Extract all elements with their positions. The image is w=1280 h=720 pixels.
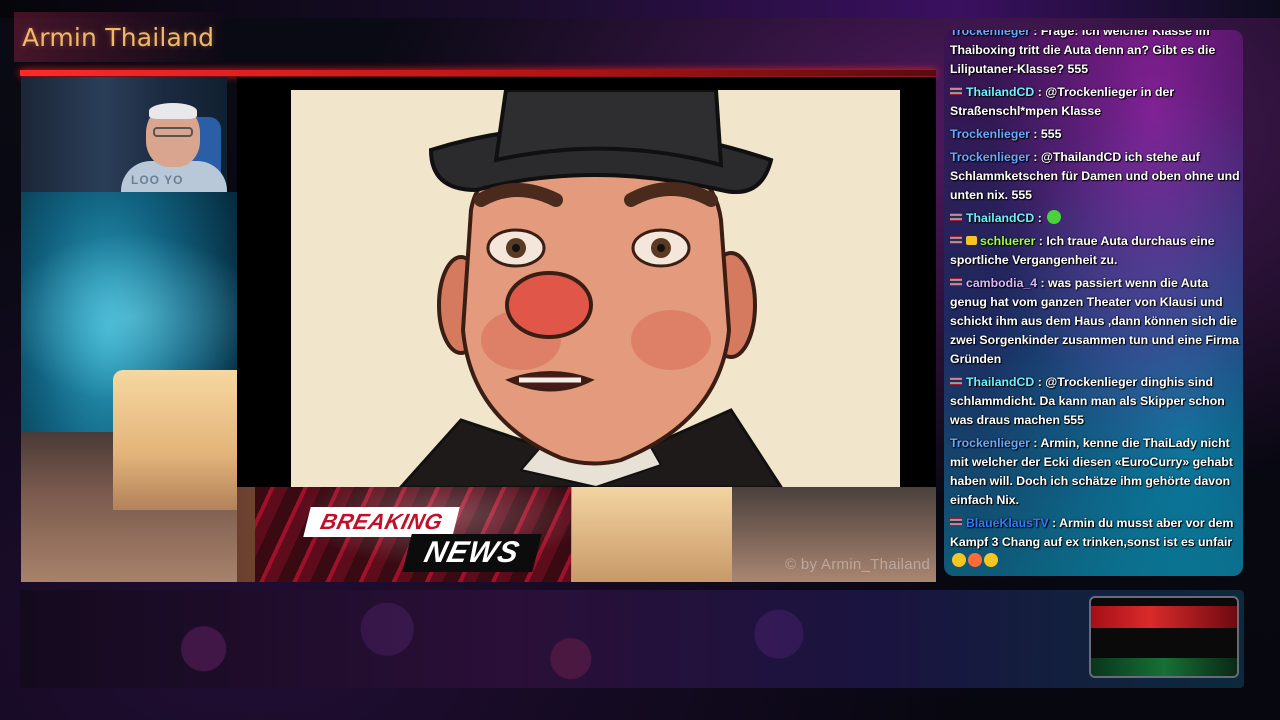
chat-username[interactable]: Trockenlieger xyxy=(950,30,1030,38)
chat-separator: : xyxy=(1034,85,1046,99)
chat-separator: : xyxy=(1035,234,1047,248)
chat-message: schluerer : Ich traue Auta durchaus eine… xyxy=(950,232,1242,270)
chat-username[interactable]: Trockenlieger xyxy=(950,127,1030,141)
webcam-feed: LOO YO xyxy=(21,77,227,192)
chat-message: ThailandCD : xyxy=(950,209,1242,228)
chat-username[interactable]: schluerer xyxy=(980,234,1035,248)
news-label: NEWS xyxy=(402,534,542,572)
stream-title: Armin Thailand xyxy=(14,12,224,62)
chat-message: Trockenlieger : Frage: Ich welcher Klass… xyxy=(950,30,1242,79)
green-emote-icon xyxy=(1047,210,1062,224)
breaking-news-banner: BREAKING NEWS xyxy=(255,487,571,582)
mini-preview-red-lights xyxy=(1091,606,1237,628)
breaking-label: BREAKING xyxy=(303,507,461,537)
cartoon-man-image xyxy=(291,90,900,487)
bottom-decorative-band xyxy=(20,590,1244,688)
studio-desk xyxy=(113,370,237,510)
chat-separator: : xyxy=(1034,375,1046,389)
thai-flag-icon xyxy=(950,278,962,286)
chat-username[interactable]: cambodia_4 xyxy=(966,276,1037,290)
thai-flag-icon xyxy=(950,236,962,244)
thai-flag-icon xyxy=(950,213,962,221)
chat-separator: : xyxy=(1029,30,1041,38)
chat-username[interactable]: Trockenlieger xyxy=(950,436,1030,450)
chat-message: Trockenlieger : @ThailandCD ich stehe au… xyxy=(950,148,1242,205)
chat-separator: : xyxy=(1034,211,1046,225)
emoji-icon xyxy=(952,553,966,567)
crown-badge-icon xyxy=(966,236,977,245)
mini-preview-green-lights xyxy=(1091,658,1237,676)
stream-watermark: © by Armin_Thailand xyxy=(785,556,931,573)
chat-text: 555 xyxy=(1040,127,1062,141)
chat-panel[interactable]: Trockenlieger : Frage: Ich welcher Klass… xyxy=(944,30,1243,576)
chat-username[interactable]: ThailandCD xyxy=(966,85,1034,99)
chat-separator: : xyxy=(1029,127,1041,141)
news-desk xyxy=(572,487,732,582)
webcam-shirt-text: LOO YO xyxy=(131,173,184,187)
webcam-person-hair xyxy=(149,103,197,119)
chat-separator: : xyxy=(1048,516,1060,530)
studio-background xyxy=(21,192,237,582)
chat-username[interactable]: BlaueKlausTV xyxy=(966,516,1049,530)
chat-separator: : xyxy=(1029,150,1041,164)
chat-message: BlaueKlausTV : Armin du musst aber vor d… xyxy=(950,514,1242,571)
chat-username[interactable]: ThailandCD xyxy=(966,375,1034,389)
chat-message-list: Trockenlieger : Frage: Ich welcher Klass… xyxy=(950,30,1242,575)
chat-separator: : xyxy=(1037,276,1049,290)
chat-message: cambodia_4 : was passiert wenn die Auta … xyxy=(950,274,1242,369)
chat-message: ThailandCD : @Trockenlieger dinghis sind… xyxy=(950,373,1242,430)
thai-flag-icon xyxy=(950,377,962,385)
main-video-frame xyxy=(237,77,936,487)
chat-message: Trockenlieger : 555 xyxy=(950,125,1242,144)
chat-message: Trockenlieger : Armin, kenne die ThaiLad… xyxy=(950,434,1242,510)
emoji-icon xyxy=(968,553,982,567)
chat-message: ThailandCD : @Trockenlieger in der Straß… xyxy=(950,83,1242,121)
chat-separator: : xyxy=(1029,436,1041,450)
main-video xyxy=(291,90,900,487)
chat-username[interactable]: ThailandCD xyxy=(966,211,1034,225)
thai-flag-icon xyxy=(950,518,962,526)
chat-username[interactable]: Trockenlieger xyxy=(950,150,1030,164)
mini-preview-box xyxy=(1089,596,1239,678)
thai-flag-icon xyxy=(950,87,962,95)
emoji-icon xyxy=(984,553,998,567)
webcam-person-glasses xyxy=(153,127,193,137)
red-accent-line xyxy=(20,70,936,76)
